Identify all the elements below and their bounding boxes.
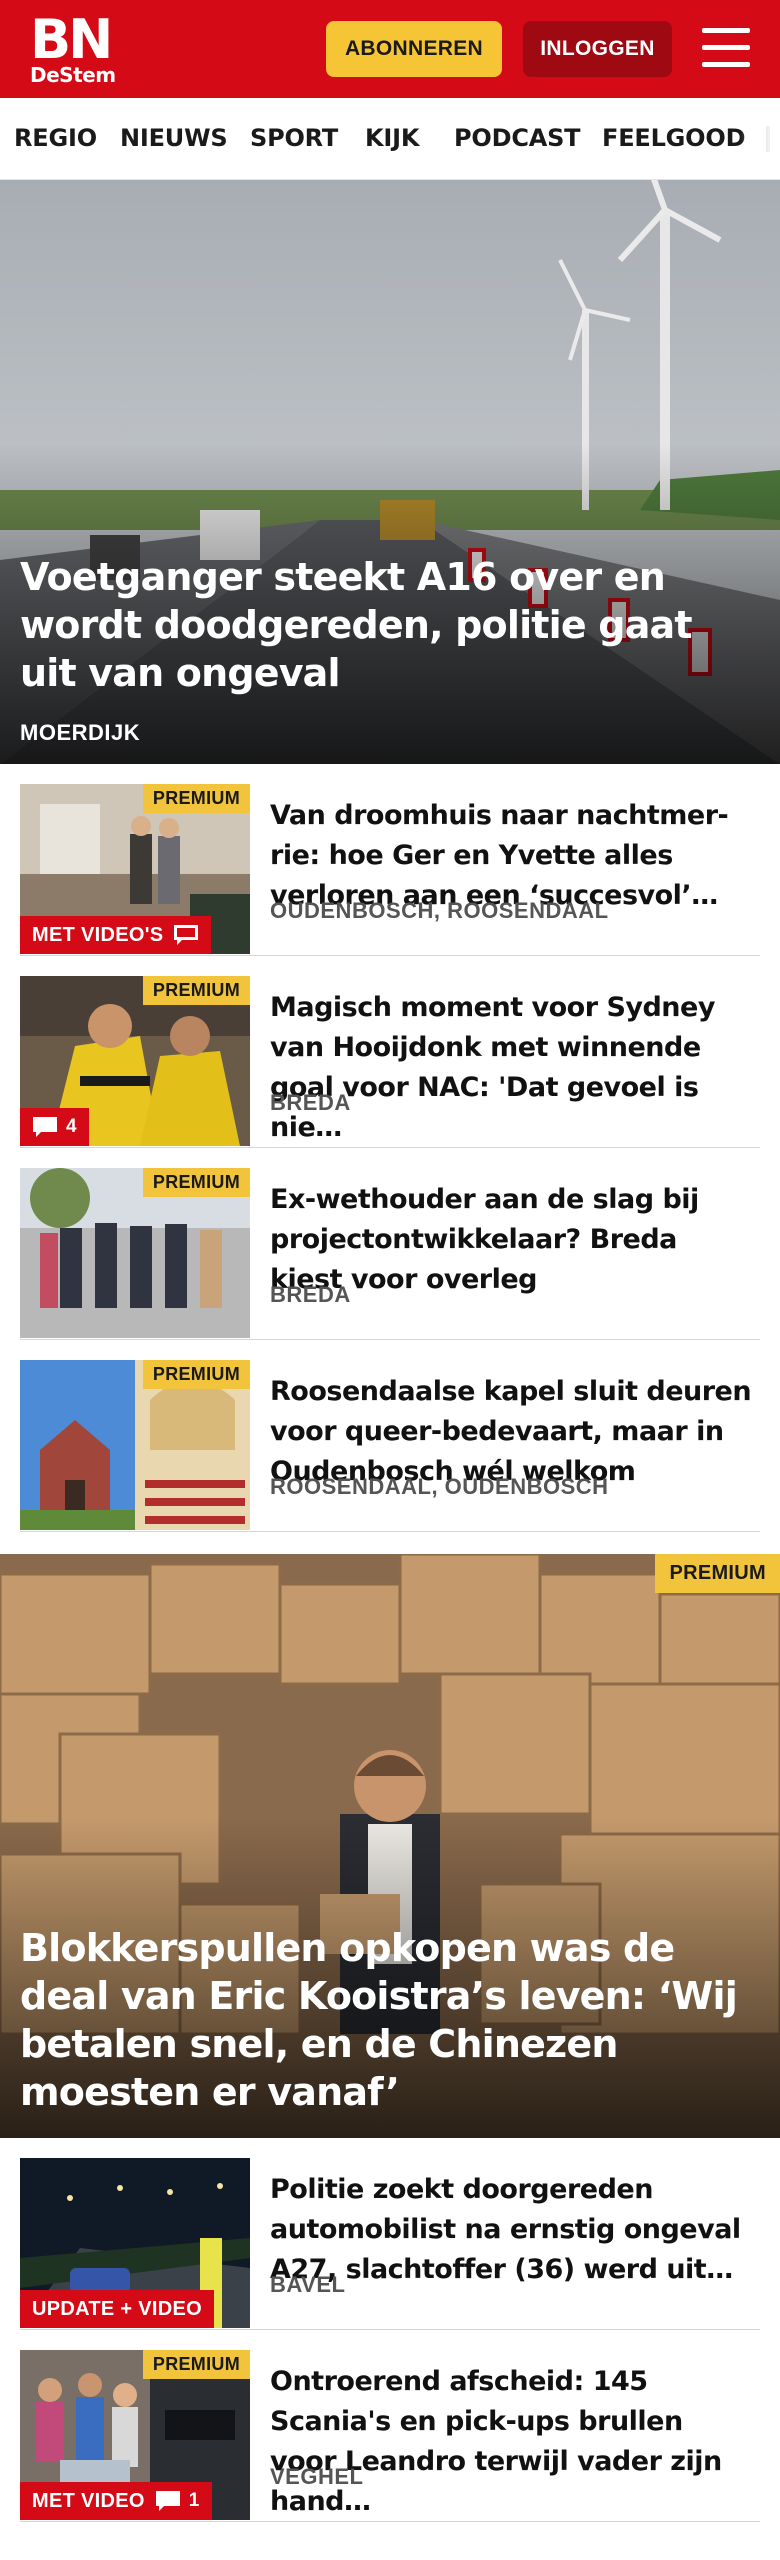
comment-icon: 4	[32, 1116, 77, 1138]
video-badge-label: MET VIDEO'S	[32, 923, 164, 946]
article-thumbnail: PREMIUM MET VIDEO'S	[20, 784, 250, 954]
video-badge-label: UPDATE + VIDEO	[32, 2297, 202, 2320]
nav-item-podcast[interactable]: PODCAST	[454, 124, 581, 152]
list-item[interactable]: PREMIUM MET VIDEO'S Van droomhuis naar n…	[20, 764, 760, 956]
article-location: BREDA	[270, 1282, 351, 1307]
article-location: VEGHEL	[270, 2464, 364, 2489]
article-location: BAVEL	[270, 2272, 346, 2297]
article-location: BREDA	[270, 1090, 351, 1115]
logo-main: BN	[30, 8, 113, 71]
list-item[interactable]: PREMIUM Roosendaalse kapel sluit deuren …	[20, 1340, 760, 1532]
comment-count: 4	[66, 1116, 77, 1137]
article-location: ROOSENDAAL, OUDENBOSCH	[270, 1474, 609, 1499]
comment-icon	[173, 924, 199, 946]
list-item[interactable]: UPDATE + VIDEO Politie zoekt doorgereden…	[20, 2138, 760, 2330]
article-thumbnail: PREMIUM MET VIDEO 1	[20, 2350, 250, 2520]
article-thumbnail: PREMIUM 4	[20, 976, 250, 1146]
article-location: OUDENBOSCH, ROOSENDAAL	[270, 898, 609, 923]
article-thumbnail: PREMIUM	[20, 1168, 250, 1338]
nav-item-nieuws[interactable]: NIEUWS	[120, 124, 228, 152]
article-thumbnail: UPDATE + VIDEO	[20, 2158, 250, 2328]
login-button[interactable]: INLOGGEN	[523, 21, 672, 77]
menu-icon[interactable]	[700, 24, 752, 72]
video-badge-label: MET VIDEO	[32, 2489, 145, 2512]
hero-title[interactable]: Voetganger steekt A16 over en wordt dood…	[20, 553, 760, 697]
premium-badge: PREMIUM	[142, 1360, 250, 1389]
nav-item-kijk[interactable]: KIJK	[365, 124, 419, 152]
main-nav: REGIO NIEUWS SPORT KIJK PODCAST FEELGOOD	[0, 98, 780, 180]
article-thumbnail: PREMIUM	[20, 1360, 250, 1530]
comment-icon: 1	[155, 2490, 200, 2512]
hero-article[interactable]: Voetganger steekt A16 over en wordt dood…	[0, 180, 780, 764]
video-badge: UPDATE + VIDEO	[20, 2290, 214, 2328]
subscribe-button[interactable]: ABONNEREN	[326, 21, 502, 77]
feature-title[interactable]: Blokkerspullen opkopen was de deal van E…	[20, 1924, 765, 2116]
site-logo[interactable]: BN DeStem	[30, 8, 116, 87]
premium-badge: PREMIUM	[142, 1168, 250, 1197]
nav-item-regio[interactable]: REGIO	[14, 124, 97, 152]
list-item[interactable]: PREMIUM Ex-wethouder aan de slag bij pro…	[20, 1148, 760, 1340]
premium-badge: PREMIUM	[142, 784, 250, 813]
site-header: BN DeStem ABONNEREN INLOGGEN	[0, 0, 780, 98]
video-badge: MET VIDEO'S	[20, 916, 212, 954]
premium-badge: PREMIUM	[142, 976, 250, 1005]
comment-count: 1	[188, 2490, 200, 2511]
logo-sub: DeStem	[30, 63, 116, 87]
premium-badge: PREMIUM	[142, 2350, 250, 2379]
article-title[interactable]: Ontroerend afscheid: 145 Scania's en pic…	[270, 2362, 755, 2522]
nav-item-sport[interactable]: SPORT	[250, 124, 338, 152]
comment-badge: 4	[20, 1108, 89, 1146]
nav-fade	[740, 98, 780, 179]
article-title[interactable]: Magisch moment voor Sydney van Hooijdonk…	[270, 988, 755, 1148]
video-badge: MET VIDEO 1	[20, 2482, 212, 2520]
list-item[interactable]: PREMIUM 4 Magisch moment voor Sydney van…	[20, 956, 760, 1148]
premium-badge: PREMIUM	[655, 1554, 780, 1593]
list-item[interactable]: PREMIUM MET VIDEO 1 Ontroerend afscheid:…	[20, 2330, 760, 2522]
feature-article[interactable]: PREMIUM Blokkerspullen opkopen was de de…	[0, 1554, 780, 2138]
hero-location: MOERDIJK	[20, 720, 141, 745]
nav-item-feelgood[interactable]: FEELGOOD	[602, 124, 746, 152]
